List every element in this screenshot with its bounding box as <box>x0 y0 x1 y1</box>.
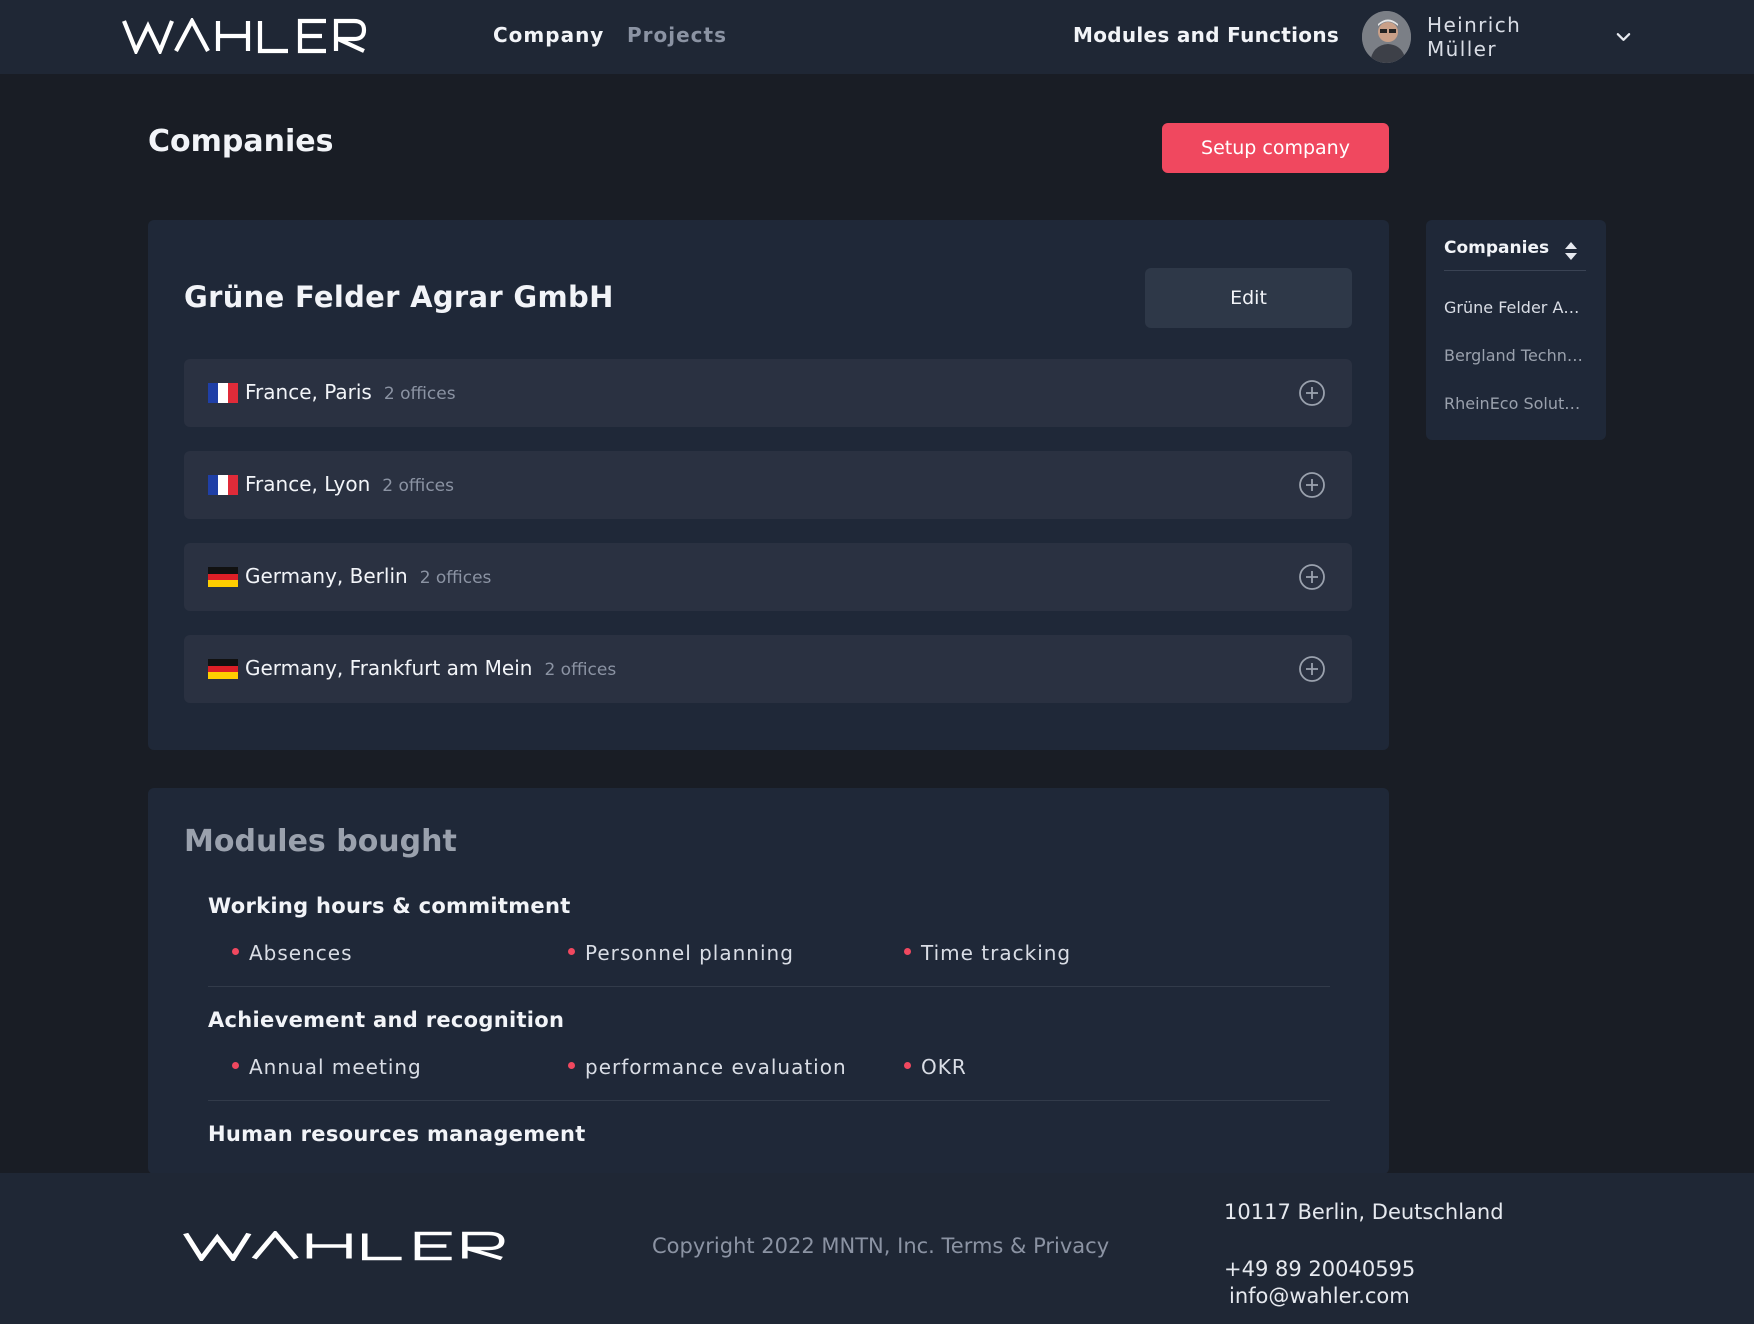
setup-company-button[interactable]: Setup company <box>1162 123 1389 173</box>
bullet-dot-icon <box>568 1062 575 1069</box>
module-group-title: Working hours & commitment <box>208 894 571 918</box>
company-switcher-panel: Companies Grüne Felder Agrar GmbH Bergla… <box>1426 220 1606 440</box>
location-row[interactable]: Germany, Frankfurt am Mein 2 offices <box>184 635 1352 703</box>
module-item: performance evaluation <box>568 1055 847 1079</box>
modules-card: Modules bought Working hours & commitmen… <box>148 788 1389 1174</box>
nav-modules-and-functions[interactable]: Modules and Functions <box>1073 23 1339 47</box>
module-group-title: Human resources management <box>208 1122 586 1146</box>
user-name: Heinrich Müller <box>1427 13 1522 61</box>
location-row[interactable]: France, Paris 2 offices <box>184 359 1352 427</box>
user-menu[interactable]: Heinrich Müller <box>1362 10 1632 64</box>
side-company-item[interactable]: RheinEco Solutions GmbH <box>1444 394 1584 413</box>
wahler-logo[interactable] <box>122 18 368 54</box>
france-flag-icon <box>208 383 238 403</box>
avatar <box>1362 11 1411 63</box>
nav-company[interactable]: Company <box>493 23 604 47</box>
footer-phone[interactable]: +49 89 20040595 <box>1224 1257 1415 1281</box>
location-name: Germany, Berlin <box>245 564 408 588</box>
bullet-dot-icon <box>904 1062 911 1069</box>
office-count: 2 offices <box>544 660 617 680</box>
bullet-dot-icon <box>232 1062 239 1069</box>
divider <box>208 986 1330 987</box>
module-item: OKR <box>904 1055 967 1079</box>
location-name: France, Paris <box>245 380 372 404</box>
module-item: Absences <box>232 941 353 965</box>
side-company-item[interactable]: Grüne Felder Agrar GmbH <box>1444 298 1580 317</box>
expand-plus-icon[interactable] <box>1298 655 1326 683</box>
bullet-dot-icon <box>904 948 911 955</box>
chevron-down-icon[interactable] <box>1615 28 1632 46</box>
germany-flag-icon <box>208 659 238 679</box>
copyright-text[interactable]: Copyright 2022 MNTN, Inc. Terms & Privac… <box>652 1234 1109 1258</box>
company-name: Grüne Felder Agrar GmbH <box>184 280 614 314</box>
sort-icon[interactable] <box>1564 241 1578 261</box>
footer: Copyright 2022 MNTN, Inc. Terms & Privac… <box>0 1173 1754 1324</box>
germany-flag-icon <box>208 567 238 587</box>
top-navigation-bar: Company Projects Modules and Functions H… <box>0 0 1754 74</box>
side-panel-heading: Companies <box>1444 238 1550 258</box>
expand-plus-icon[interactable] <box>1298 379 1326 407</box>
company-switcher-header[interactable]: Companies <box>1444 238 1586 271</box>
office-count: 2 offices <box>383 384 456 404</box>
module-item: Annual meeting <box>232 1055 422 1079</box>
footer-email[interactable]: info@wahler.com <box>1229 1284 1410 1308</box>
location-name: Germany, Frankfurt am Mein <box>245 656 533 680</box>
location-name: France, Lyon <box>245 472 371 496</box>
location-row[interactable]: Germany, Berlin 2 offices <box>184 543 1352 611</box>
edit-button[interactable]: Edit <box>1145 268 1352 328</box>
bullet-dot-icon <box>568 948 575 955</box>
module-item: Time tracking <box>904 941 1071 965</box>
side-company-item[interactable]: Bergland Technik GmbH <box>1444 346 1584 365</box>
france-flag-icon <box>208 475 238 495</box>
office-count: 2 offices <box>419 568 492 588</box>
divider <box>208 1100 1330 1101</box>
footer-address: 10117 Berlin, Deutschland <box>1224 1200 1504 1224</box>
expand-plus-icon[interactable] <box>1298 471 1326 499</box>
modules-title: Modules bought <box>184 824 457 859</box>
module-group-title: Achievement and recognition <box>208 1008 565 1032</box>
nav-projects[interactable]: Projects <box>627 23 727 47</box>
expand-plus-icon[interactable] <box>1298 563 1326 591</box>
location-row[interactable]: France, Lyon 2 offices <box>184 451 1352 519</box>
office-count: 2 offices <box>382 476 454 496</box>
company-card: Grüne Felder Agrar GmbH Edit France, Par… <box>148 220 1389 750</box>
bullet-dot-icon <box>232 948 239 955</box>
wahler-footer-logo[interactable] <box>183 1231 507 1261</box>
module-item: Personnel planning <box>568 941 794 965</box>
page-title: Companies <box>148 124 334 159</box>
